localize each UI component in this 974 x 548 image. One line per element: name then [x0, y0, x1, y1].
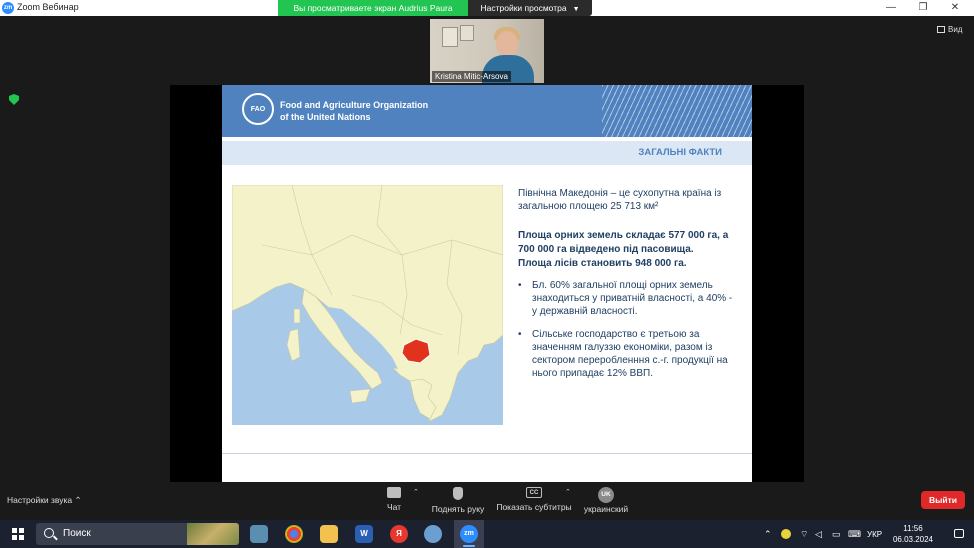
view-button[interactable]: Вид: [937, 25, 962, 34]
window-title: Zoom Вебинар: [17, 2, 79, 12]
language-button[interactable]: UK украинский: [580, 487, 632, 514]
yandex-browser-icon[interactable]: Я: [390, 525, 408, 543]
arable-land-text: Площа орних земель складає 577 000 га, а…: [518, 230, 729, 255]
slide-header: FAO Food and Agriculture Organization of…: [222, 85, 752, 137]
taskbar-search[interactable]: Поиск: [36, 523, 239, 545]
view-options-button[interactable]: Настройки просмотра ▼: [468, 0, 592, 16]
security-shield-icon[interactable]: [9, 94, 19, 105]
close-button[interactable]: ✕: [940, 0, 970, 16]
sound-settings-button[interactable]: Настройки звука ⌃: [7, 495, 82, 506]
search-highlight-image: [187, 523, 239, 545]
tray-app-icon[interactable]: [781, 529, 791, 539]
word-icon[interactable]: W: [355, 525, 373, 543]
zoom-icon: zm: [460, 525, 478, 543]
keyboard-icon[interactable]: ⌨: [848, 529, 861, 540]
clock-time: 11:56: [903, 524, 923, 533]
participant-name: Kristina Mitic-Arsova: [432, 71, 511, 82]
chat-chevron-up-icon[interactable]: ⌃: [413, 488, 419, 496]
notification-icon[interactable]: [954, 529, 964, 538]
raise-hand-button[interactable]: Поднять руку: [428, 487, 488, 514]
captions-button[interactable]: CC Показать субтитры: [493, 487, 575, 512]
windows-taskbar: Поиск W Я zm ⌃ ⌔ ◁ ▭ ⌨ УКР 11:56 06.03.2…: [0, 520, 974, 548]
bullet-item: Бл. 60% загальної площі орних земель зна…: [518, 279, 738, 318]
view-options-label: Настройки просмотра: [480, 3, 567, 13]
view-button-label: Вид: [948, 25, 963, 34]
restore-button[interactable]: ❐: [908, 0, 938, 16]
raise-hand-label: Поднять руку: [431, 504, 485, 514]
map-graphic: [232, 185, 503, 425]
chevron-up-icon: ⌃: [74, 495, 82, 505]
shared-screen[interactable]: FAO Food and Agriculture Organization of…: [170, 85, 804, 482]
captions-label: Показать субтитры: [496, 502, 572, 512]
presentation-slide: FAO Food and Agriculture Organization of…: [222, 85, 752, 482]
participant-video[interactable]: Kristina Mitic-Arsova: [430, 19, 544, 83]
weather-app-icon[interactable]: [250, 525, 268, 543]
organization-name: Food and Agriculture Organization of the…: [280, 100, 429, 122]
fao-logo: FAO: [242, 93, 274, 125]
system-clock[interactable]: 11:56 06.03.2024: [890, 523, 936, 545]
zoom-taskbar-button[interactable]: zm: [454, 520, 484, 548]
tray-chevron-up-icon[interactable]: ⌃: [764, 529, 772, 540]
section-title: ЗАГАЛЬНІ ФАКТИ: [638, 147, 722, 158]
hand-icon: [453, 487, 463, 500]
chrome-icon[interactable]: [285, 525, 303, 543]
balkans-map: [232, 185, 503, 425]
screen-share-banner: Вы просматриваете экран Audrius Paura: [278, 0, 468, 16]
slide-divider: [222, 453, 752, 454]
chat-icon: [387, 487, 401, 498]
volume-icon[interactable]: ◁: [815, 529, 822, 540]
windows-start-icon[interactable]: [12, 528, 24, 540]
picture-frame: [460, 25, 474, 41]
window-title-bar[interactable]: zm Zoom Вебинар Вы просматриваете экран …: [0, 0, 974, 16]
minimize-button[interactable]: —: [876, 0, 906, 16]
captions-icon: CC: [526, 487, 542, 498]
leave-button[interactable]: Выйти: [921, 491, 965, 509]
file-explorer-icon[interactable]: [320, 525, 338, 543]
picture-frame: [442, 27, 458, 47]
bullet-item: Сільське господарство є третьою за значе…: [518, 328, 738, 380]
forest-area-text: Площа лісів становить 948 000 га.: [518, 258, 687, 269]
section-bar: ЗАГАЛЬНІ ФАКТИ: [222, 141, 752, 165]
header-stripes: [602, 85, 752, 137]
facts-text: Північна Македонія – це сухопутна країна…: [518, 187, 738, 380]
chat-label: Чат: [386, 502, 402, 512]
intro-text: Північна Македонія – це сухопутна країна…: [518, 188, 722, 212]
language-label: украинский: [583, 504, 629, 514]
search-placeholder: Поиск: [63, 528, 91, 539]
chevron-down-icon: ▼: [572, 6, 580, 13]
battery-icon[interactable]: ▭: [832, 529, 841, 540]
input-language[interactable]: УКР: [867, 530, 882, 539]
chat-button[interactable]: Чат: [384, 487, 404, 512]
zoom-app-icon: zm: [2, 2, 14, 14]
search-icon: [44, 528, 54, 538]
grid-icon: [937, 26, 945, 34]
captions-chevron-up-icon[interactable]: ⌃: [565, 488, 571, 496]
network-icon[interactable]: ⌔: [800, 529, 808, 540]
language-icon: UK: [598, 487, 614, 503]
clock-date: 06.03.2024: [892, 535, 934, 544]
sound-settings-label: Настройки звука: [7, 495, 73, 505]
participant-face: [496, 31, 518, 57]
corsica: [293, 308, 301, 324]
app-icon[interactable]: [424, 525, 442, 543]
